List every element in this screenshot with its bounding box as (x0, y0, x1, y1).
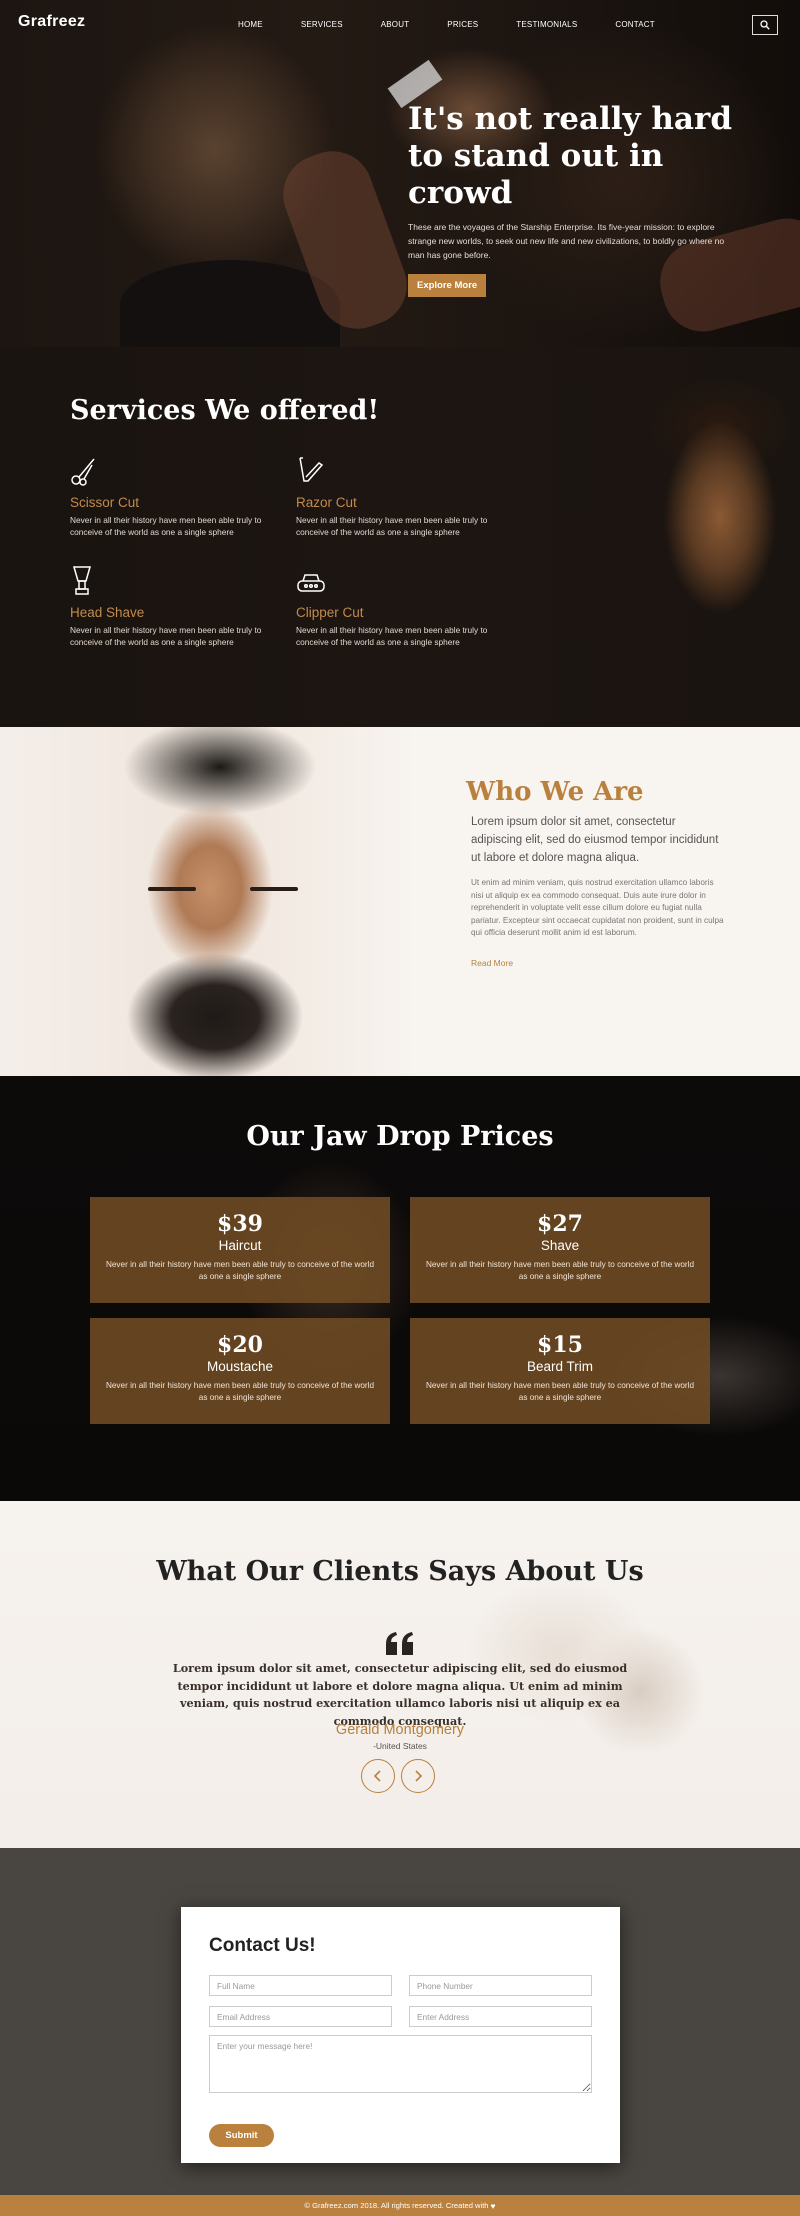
hero-description: These are the voyages of the Starship En… (408, 222, 725, 260)
price-description: Never in all their history have men been… (105, 1260, 375, 1281)
testimonials-title: What Our Clients Says About Us (156, 1556, 644, 1587)
search-icon (760, 20, 770, 30)
service-item-scissor-cut: Scissor Cut Never in all their history h… (70, 455, 290, 538)
testimonials-section: What Our Clients Says About Us Lorem ips… (0, 1501, 800, 1848)
testimonial-prev-button[interactable] (361, 1759, 395, 1793)
services-profile-photo (610, 367, 800, 727)
nav-item-contact[interactable]: CONTACT (615, 20, 654, 29)
scissors-icon (70, 455, 100, 487)
service-title: Clipper Cut (296, 605, 364, 620)
about-body: Ut enim ad minim veniam, quis nostrud ex… (471, 878, 724, 937)
message-field[interactable] (209, 2035, 592, 2093)
service-description: Never in all their history have men been… (296, 515, 488, 537)
testimonial-quote: Lorem ipsum dolor sit amet, consectetur … (172, 1661, 628, 1728)
hero-copy: It's not really hard to stand out in cro… (408, 101, 748, 297)
chevron-right-icon (415, 1770, 423, 1782)
footer: © Grafreez.com 2018. All rights reserved… (0, 2195, 800, 2216)
hero-section: Grafreez HOME SERVICES ABOUT PRICES TEST… (0, 0, 800, 347)
nav-item-testimonials[interactable]: TESTIMONIALS (516, 20, 577, 29)
prices-title: Our Jaw Drop Prices (246, 1121, 554, 1152)
testimonial-author: Gerald Montgomery (335, 1722, 465, 1738)
price-description: Never in all their history have men been… (425, 1381, 695, 1402)
nav-item-services[interactable]: SERVICES (301, 20, 343, 29)
about-section: Who We Are Lorem ipsum dolor sit amet, c… (0, 727, 800, 1076)
about-copy: Who We Are Lorem ipsum dolor sit amet, c… (466, 777, 726, 968)
top-navbar: Grafreez HOME SERVICES ABOUT PRICES TEST… (0, 0, 800, 50)
razor-icon (296, 455, 326, 487)
footer-copyright: © Grafreez.com 2018. All rights reserved… (304, 2201, 489, 2210)
explore-more-button[interactable]: Explore More (408, 274, 487, 297)
contact-form-card: Contact Us! Submit (181, 1907, 620, 2163)
price-card-shave: $27 Shave Never in all their history hav… (410, 1197, 710, 1303)
service-description: Never in all their history have men been… (70, 625, 262, 647)
about-bearded-man-photo (0, 727, 420, 1076)
full-name-field[interactable] (209, 1975, 392, 1996)
price-name: Haircut (218, 1238, 262, 1253)
photo-eye-right (250, 887, 298, 891)
services-title: Services We offered! (70, 395, 380, 426)
nav-item-prices[interactable]: PRICES (447, 20, 478, 29)
price-amount: $15 (537, 1332, 583, 1358)
service-title: Scissor Cut (70, 495, 140, 510)
price-name: Shave (540, 1238, 580, 1253)
price-card-haircut: $39 Haircut Never in all their history h… (90, 1197, 390, 1303)
service-item-head-shave: Head Shave Never in all their history ha… (70, 565, 290, 648)
testimonial-location: -United States (373, 1741, 427, 1751)
price-name: Moustache (206, 1359, 274, 1374)
submit-button[interactable]: Submit (209, 2124, 274, 2147)
service-description: Never in all their history have men been… (70, 515, 262, 537)
contact-section: Contact Us! Submit (0, 1848, 800, 2195)
hero-photo-collar (120, 260, 340, 347)
price-description: Never in all their history have men been… (105, 1381, 375, 1402)
nav-item-home[interactable]: HOME (238, 20, 263, 29)
address-field[interactable] (409, 2006, 592, 2027)
service-description: Never in all their history have men been… (296, 625, 488, 647)
site-logo[interactable]: Grafreez (18, 13, 85, 31)
photo-eye-left (148, 887, 196, 891)
price-amount: $39 (217, 1211, 263, 1237)
service-title: Head Shave (70, 605, 145, 620)
testimonial-next-button[interactable] (401, 1759, 435, 1793)
services-section: Services We offered! Scissor Cut Never i… (0, 347, 800, 727)
service-title: Razor Cut (296, 495, 357, 510)
price-description: Never in all their history have men been… (425, 1260, 695, 1281)
price-amount: $27 (537, 1211, 583, 1237)
about-lead: Lorem ipsum dolor sit amet, consectetur … (471, 816, 719, 864)
price-card-beard-trim: $15 Beard Trim Never in all their histor… (410, 1318, 710, 1424)
read-more-link[interactable]: Read More (466, 958, 726, 968)
quote-icon (386, 1632, 413, 1655)
search-button[interactable] (752, 15, 778, 35)
email-field[interactable] (209, 2006, 392, 2027)
nav-item-about[interactable]: ABOUT (381, 20, 410, 29)
price-amount: $20 (217, 1332, 263, 1358)
prices-section: Our Jaw Drop Prices $39 Haircut Never in… (0, 1076, 800, 1501)
service-item-clipper-cut: Clipper Cut Never in all their history h… (296, 565, 516, 648)
heart-icon: ♥ (490, 2200, 496, 2211)
contact-title: Contact Us! (209, 1935, 316, 1956)
price-card-moustache: $20 Moustache Never in all their history… (90, 1318, 390, 1424)
shaving-brush-icon (70, 565, 100, 597)
phone-number-field[interactable] (409, 1975, 592, 1996)
service-item-razor-cut: Razor Cut Never in all their history hav… (296, 455, 516, 538)
hero-title: It's not really hard to stand out in cro… (408, 101, 733, 211)
price-name: Beard Trim (526, 1359, 594, 1374)
clipper-icon (296, 565, 326, 597)
nav-menu: HOME SERVICES ABOUT PRICES TESTIMONIALS … (238, 20, 693, 29)
about-title: Who We Are (466, 777, 644, 807)
chevron-left-icon (373, 1770, 381, 1782)
